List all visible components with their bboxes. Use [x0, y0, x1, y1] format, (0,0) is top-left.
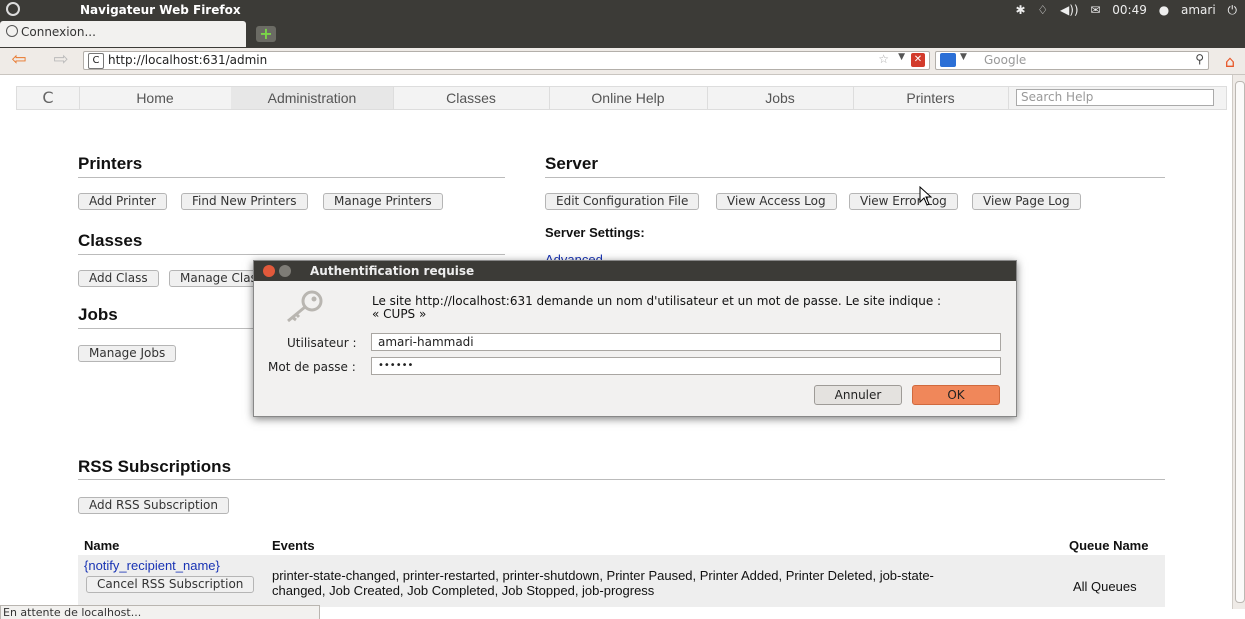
printers-heading: Printers [78, 154, 143, 173]
manage-printers-button[interactable]: Manage Printers [323, 193, 443, 210]
cancel-rss-subscription-button[interactable]: Cancel RSS Subscription [86, 576, 255, 593]
search-engine-icon[interactable] [940, 53, 956, 67]
dialog-message: Le site http://localhost:631 demande un … [372, 295, 941, 321]
site-identity-icon[interactable]: C [88, 53, 104, 69]
column-header-name: Name [84, 538, 120, 553]
divider [78, 177, 505, 178]
volume-icon[interactable]: ◀)) [1060, 3, 1079, 17]
user-menu[interactable]: ● amari [1159, 3, 1216, 17]
back-arrow-icon[interactable]: ⇦ [8, 51, 30, 71]
add-printer-button[interactable]: Add Printer [78, 193, 167, 210]
view-page-log-button[interactable]: View Page Log [972, 193, 1081, 210]
navigation-toolbar: ⇦ ⇨ C http://localhost:631/admin ☆ ▼ ✕ ▼… [0, 48, 1245, 75]
server-heading: Server [545, 154, 598, 173]
bookmark-star-icon[interactable]: ☆ [878, 52, 889, 66]
clock[interactable]: 00:49 [1112, 3, 1147, 17]
history-dropdown-icon[interactable]: ▼ [898, 52, 905, 62]
power-icon[interactable]: ⏻ [1228, 3, 1238, 17]
username-label: Utilisateur : [287, 336, 357, 350]
add-class-button[interactable]: Add Class [78, 270, 159, 287]
scrollbar-thumb[interactable] [1235, 81, 1245, 603]
authentication-dialog: Authentification requise Le site http://… [253, 260, 1017, 417]
system-tray: ✱ ♢ ◀)) ✉ 00:49 ● amari ⏻ [1007, 3, 1237, 18]
jobs-heading: Jobs [78, 305, 118, 324]
user-name: amari [1181, 3, 1216, 17]
rss-subscriptions-heading: RSS Subscriptions [78, 457, 232, 476]
search-icon[interactable]: ⚲ [1195, 52, 1204, 66]
divider [78, 254, 505, 255]
ubuntu-logo-icon[interactable] [6, 2, 20, 16]
subscription-name-link[interactable]: {notify_recipient_name} [84, 558, 220, 573]
divider [78, 479, 1165, 480]
password-field[interactable]: •••••• [371, 357, 1001, 375]
manage-jobs-button[interactable]: Manage Jobs [78, 345, 177, 362]
find-new-printers-button[interactable]: Find New Printers [181, 193, 308, 210]
key-icon [287, 290, 323, 323]
stop-icon[interactable]: ✕ [911, 53, 925, 67]
password-label: Mot de passe : [268, 360, 356, 374]
tab-label: Connexion... [21, 25, 96, 39]
events-line: changed, Job Created, Job Completed, Job… [272, 583, 655, 598]
nav-printers[interactable]: Printers [853, 87, 1009, 109]
edit-configuration-file-button[interactable]: Edit Configuration File [545, 193, 700, 210]
home-icon[interactable]: ⌂ [1220, 52, 1240, 71]
status-bar: En attente de localhost... [0, 605, 320, 619]
subscription-events: printer-state-changed, printer-restarted… [272, 568, 934, 598]
table-row: {notify_recipient_name} Cancel RSS Subsc… [78, 555, 1165, 607]
add-rss-subscription-button[interactable]: Add RSS Subscription [78, 497, 229, 514]
mail-icon[interactable]: ✉ [1090, 3, 1100, 17]
cancel-button[interactable]: Annuler [814, 385, 902, 405]
ok-button[interactable]: OK [912, 385, 1000, 405]
search-engine-dropdown-icon[interactable]: ▼ [960, 52, 967, 62]
server-settings-label: Server Settings: [545, 225, 645, 240]
tab-bar: Connexion... + [0, 20, 1245, 48]
cups-logo-icon[interactable]: C [17, 87, 80, 109]
system-top-panel: Navigateur Web Firefox ✱ ♢ ◀)) ✉ 00:49 ●… [0, 0, 1245, 20]
nav-administration[interactable]: Administration [231, 87, 394, 109]
username-field[interactable]: amari-hammadi [371, 333, 1001, 351]
minimize-icon[interactable] [279, 265, 291, 277]
url-bar[interactable]: C http://localhost:631/admin ☆ ▼ ✕ [83, 51, 930, 70]
nav-jobs[interactable]: Jobs [707, 87, 854, 109]
dialog-titlebar: Authentification requise [254, 261, 1016, 281]
network-icon[interactable]: ♢ [1037, 3, 1048, 17]
search-placeholder: Google [984, 53, 1027, 67]
mouse-cursor-icon [919, 186, 933, 206]
nav-classes[interactable]: Classes [393, 87, 550, 109]
bluetooth-icon[interactable]: ✱ [1015, 3, 1025, 17]
message-line: Le site http://localhost:631 demande un … [372, 294, 942, 308]
view-error-log-button[interactable]: View Error Log [849, 193, 958, 210]
column-header-queue-name: Queue Name [1069, 538, 1149, 553]
message-line: « CUPS » [372, 307, 427, 321]
cups-navigation: C Home Administration Classes Online Hel… [16, 86, 1227, 110]
nav-home[interactable]: Home [79, 87, 232, 109]
nav-online-help[interactable]: Online Help [549, 87, 708, 109]
events-line: printer-state-changed, printer-restarted… [272, 568, 934, 583]
dialog-title: Authentification requise [310, 264, 475, 278]
view-access-log-button[interactable]: View Access Log [716, 193, 837, 210]
tab-connexion[interactable]: Connexion... [0, 21, 246, 47]
column-header-events: Events [272, 538, 315, 553]
loading-spinner-icon [6, 25, 18, 37]
url-text: http://localhost:631/admin [108, 53, 268, 67]
close-icon[interactable] [263, 265, 275, 277]
classes-heading: Classes [78, 231, 143, 250]
divider [545, 177, 1165, 178]
forward-arrow-icon[interactable]: ⇨ [50, 51, 72, 71]
help-search-input[interactable]: Search Help [1016, 89, 1214, 106]
vertical-scrollbar[interactable] [1232, 75, 1245, 609]
subscription-queue: All Queues [1073, 579, 1137, 594]
new-tab-button[interactable]: + [256, 26, 276, 42]
app-title: Navigateur Web Firefox [80, 3, 241, 17]
web-search-bar[interactable]: ▼ Google ⚲ [935, 51, 1209, 70]
